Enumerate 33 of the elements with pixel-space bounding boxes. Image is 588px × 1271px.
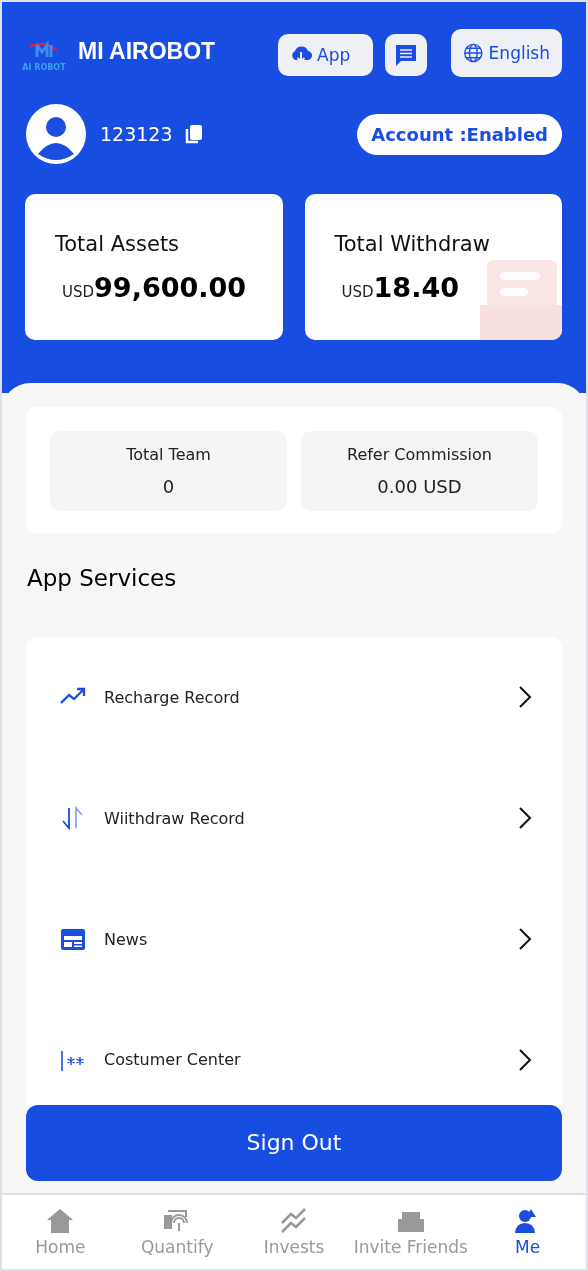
trend-icon — [279, 1206, 309, 1235]
service-item[interactable]: Costumer Center — [26, 1014, 562, 1105]
avatar-icon — [26, 104, 86, 164]
user-id: 123123 — [100, 123, 173, 145]
logo-text: AI ROBOT — [22, 62, 66, 72]
language-button[interactable]: English — [451, 29, 562, 77]
stat-value: 0 — [162, 475, 175, 497]
balance-label: Total Withdraw — [334, 232, 491, 256]
balance-amount: 99,600.00 — [94, 272, 247, 303]
message-button[interactable] — [385, 34, 427, 76]
account-status-badge: Account :Enabled — [357, 113, 562, 155]
chevron-right-icon — [518, 1047, 532, 1072]
service-item[interactable]: Recharge Record — [26, 636, 562, 758]
stat-label: Total Team — [126, 444, 211, 464]
currency-label: USD — [62, 283, 95, 301]
brand-name: MI AIROBOT — [78, 37, 217, 65]
chat-icon — [394, 43, 418, 67]
app-download-button[interactable]: App — [278, 34, 373, 76]
service-item[interactable]: Wiithdraw Record — [26, 757, 562, 879]
globe-icon — [463, 41, 484, 65]
service-item[interactable]: News — [26, 878, 562, 1000]
balance-label: Total Assets — [55, 232, 181, 256]
sign-out-button[interactable]: Sign Out — [26, 1104, 562, 1181]
currency-label: USD — [341, 283, 374, 301]
chevron-right-icon — [518, 927, 532, 952]
chevron-right-icon — [518, 685, 532, 710]
section-title: App Services — [27, 564, 178, 591]
chevron-right-icon — [518, 806, 532, 831]
balance-amount: 18.40 — [373, 272, 459, 303]
nav-tab[interactable]: Me — [469, 1206, 586, 1257]
stat-value: 0.00 USD — [377, 475, 462, 497]
news-icon — [60, 927, 86, 952]
stat-label: Refer Commission — [347, 444, 492, 464]
